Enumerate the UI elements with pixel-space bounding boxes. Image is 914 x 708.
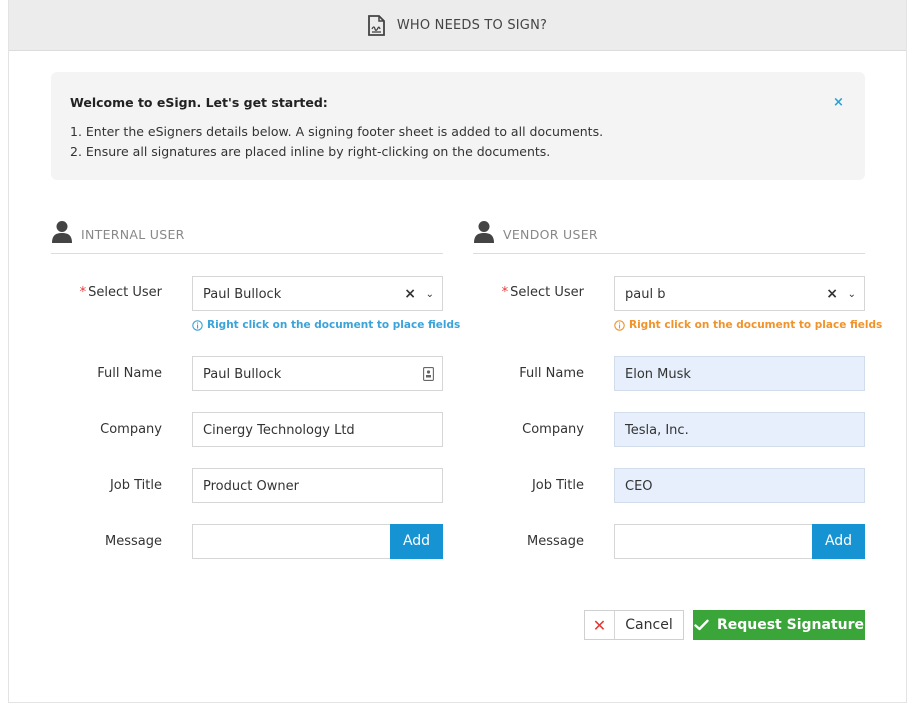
- clear-selection-icon[interactable]: ×: [404, 277, 416, 312]
- required-mark: *: [501, 285, 509, 300]
- required-mark: *: [79, 285, 87, 300]
- internal-job-title-field[interactable]: Product Owner: [192, 468, 443, 503]
- vendor-add-message-button[interactable]: Add: [812, 524, 865, 559]
- signature-document-icon: [367, 14, 385, 36]
- cancel-button-label: Cancel: [625, 617, 673, 633]
- vendor-select-value: paul b: [625, 287, 666, 302]
- internal-select-user[interactable]: Paul Bullock × ⌄: [192, 276, 443, 311]
- internal-full-name-label: Full Name: [97, 366, 162, 381]
- internal-company-label: Company: [100, 422, 162, 437]
- vendor-user-header: VENDOR USER: [473, 220, 865, 254]
- user-icon: [474, 221, 494, 243]
- welcome-title: Welcome to eSign. Let's get started:: [70, 95, 328, 110]
- internal-job-title-label: Job Title: [109, 478, 162, 493]
- close-icon: ✕: [585, 611, 615, 639]
- esign-dialog: WHO NEEDS TO SIGN? Welcome to eSign. Let…: [8, 0, 907, 703]
- vendor-company-label: Company: [522, 422, 584, 437]
- internal-message-label: Message: [105, 534, 162, 549]
- internal-select-value: Paul Bullock: [203, 287, 282, 302]
- vendor-message-label: Message: [527, 534, 584, 549]
- vendor-full-name-field[interactable]: Elon Musk: [614, 356, 865, 391]
- internal-user-title: INTERNAL USER: [81, 227, 185, 242]
- chevron-down-icon[interactable]: ⌄: [848, 277, 856, 312]
- vendor-hint: Right click on the document to place fie…: [614, 319, 882, 331]
- vendor-full-name-label: Full Name: [519, 366, 584, 381]
- vendor-select-user-label: * Select User: [501, 285, 584, 300]
- dialog-title: WHO NEEDS TO SIGN?: [396, 17, 548, 33]
- internal-user-header: INTERNAL USER: [51, 220, 443, 254]
- cancel-button[interactable]: ✕ Cancel: [584, 610, 684, 640]
- internal-hint: Right click on the document to place fie…: [192, 319, 460, 331]
- vendor-job-title-label: Job Title: [531, 478, 584, 493]
- internal-message-input[interactable]: [192, 524, 391, 559]
- user-icon: [52, 221, 72, 243]
- request-signature-label: Request Signature: [716, 617, 865, 633]
- welcome-instruction-1: 1. Enter the eSigners details below. A s…: [70, 124, 604, 139]
- internal-company-field[interactable]: Cinergy Technology Ltd: [192, 412, 443, 447]
- vendor-message-input[interactable]: [614, 524, 813, 559]
- internal-full-name-field[interactable]: Paul Bullock: [192, 356, 443, 391]
- close-icon[interactable]: ×: [833, 95, 844, 110]
- info-icon: [192, 319, 203, 331]
- welcome-instruction-2: 2. Ensure all signatures are placed inli…: [70, 144, 551, 159]
- contact-card-icon[interactable]: [423, 367, 434, 381]
- welcome-panel: Welcome to eSign. Let's get started: 1. …: [51, 72, 865, 180]
- vendor-company-field[interactable]: Tesla, Inc.: [614, 412, 865, 447]
- check-icon: [694, 619, 709, 631]
- vendor-user-title: VENDOR USER: [503, 227, 598, 242]
- vendor-select-user[interactable]: paul b × ⌄: [614, 276, 865, 311]
- dialog-header: WHO NEEDS TO SIGN?: [9, 0, 906, 51]
- request-signature-button[interactable]: Request Signature: [693, 610, 865, 640]
- internal-select-user-label: * Select User: [79, 285, 162, 300]
- vendor-job-title-field[interactable]: CEO: [614, 468, 865, 503]
- clear-selection-icon[interactable]: ×: [826, 277, 838, 312]
- info-icon: [614, 319, 625, 331]
- chevron-down-icon[interactable]: ⌄: [426, 277, 434, 312]
